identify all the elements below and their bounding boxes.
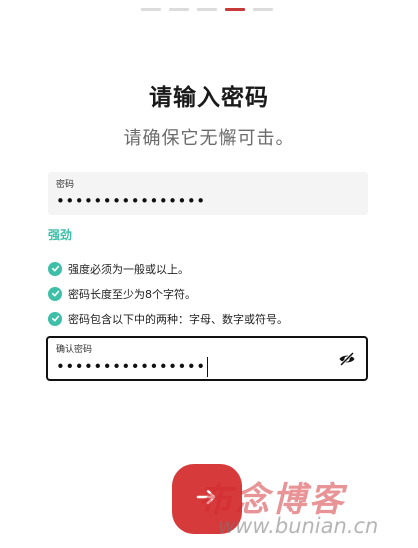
strength-indicator: 强劲 — [48, 228, 73, 242]
confirm-password-dots: •••••••••••••••• — [56, 357, 206, 376]
check-circle-icon — [48, 311, 62, 326]
rule-item: 密码长度至少为8个字符。 — [48, 281, 288, 306]
page-subtitle: 请确保它无懈可击。 — [123, 128, 295, 149]
progress-step-4 — [225, 8, 245, 11]
rule-item: 强度必须为一般或以上。 — [48, 256, 288, 281]
page-title: 请输入密码 — [149, 85, 269, 111]
confirm-password-label: 确认密码 — [56, 345, 93, 355]
confirm-password-value[interactable]: •••••••••••••••• — [56, 357, 208, 377]
check-circle-icon — [48, 286, 62, 301]
progress-step-5 — [253, 8, 273, 11]
rule-text: 密码包含以下中的两种：字母、数字或符号。 — [68, 312, 288, 326]
progress-step-3 — [197, 8, 217, 11]
eye-slash-icon[interactable] — [338, 351, 356, 370]
rule-text: 强度必须为一般或以上。 — [68, 262, 189, 276]
password-value[interactable]: •••••••••••••••• — [56, 192, 206, 210]
rule-text: 密码长度至少为8个字符。 — [68, 287, 196, 301]
watermark-url: www.bunian.cn — [218, 514, 379, 538]
progress-indicator — [141, 8, 273, 11]
progress-step-1 — [141, 8, 161, 11]
confirm-password-field[interactable]: 确认密码 •••••••••••••••• — [46, 336, 368, 381]
password-rules: 强度必须为一般或以上。 密码长度至少为8个字符。 密码包含以下中的两种：字母、数… — [48, 256, 288, 331]
progress-step-2 — [169, 8, 189, 11]
text-cursor — [206, 357, 208, 377]
password-field[interactable]: 密码 •••••••••••••••• — [48, 172, 368, 215]
check-circle-icon — [48, 261, 62, 276]
password-label: 密码 — [56, 180, 75, 190]
rule-item: 密码包含以下中的两种：字母、数字或符号。 — [48, 306, 288, 331]
